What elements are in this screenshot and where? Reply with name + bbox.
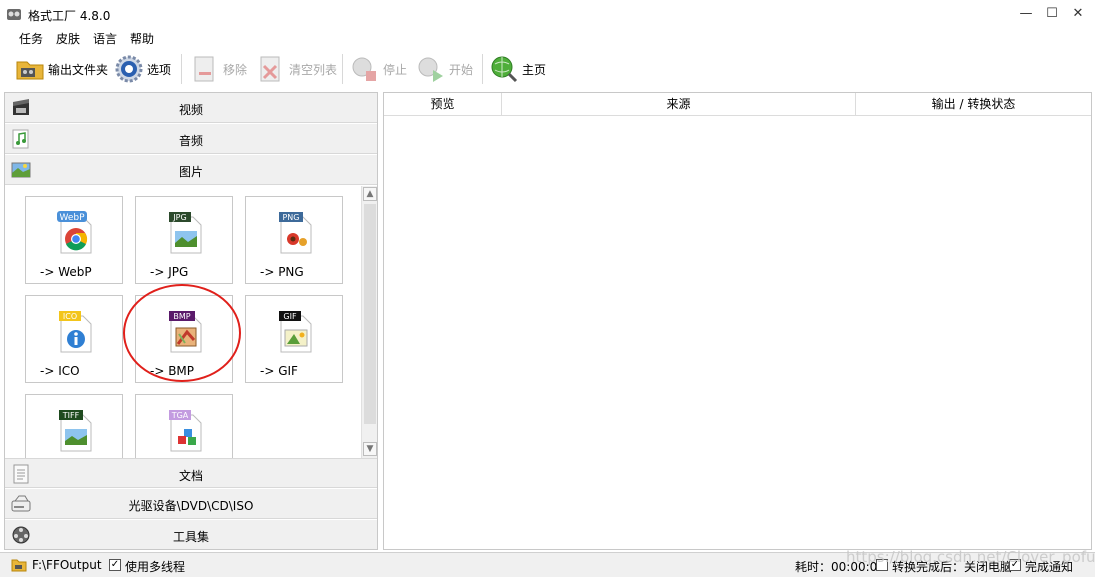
globe-search-icon: [491, 56, 518, 83]
format-label-png: -> PNG: [260, 265, 304, 279]
stop-button[interactable]: 停止: [350, 52, 407, 86]
multithread-checkbox[interactable]: ✓: [109, 559, 121, 571]
output-path[interactable]: F:\FFOutput: [32, 558, 102, 572]
category-tools-label: 工具集: [172, 530, 209, 544]
format-tile-png[interactable]: PNG -> PNG: [245, 196, 343, 284]
toolbar-divider: [342, 54, 343, 84]
scroll-up-icon[interactable]: ▲: [363, 187, 377, 201]
gear-icon: [115, 55, 143, 83]
image-format-list: WebP -> WebP JPG -> JPG PNG -> PNG ICO -…: [5, 186, 361, 458]
tga-file-icon: TGA: [169, 410, 202, 452]
gif-badge: GIF: [283, 312, 297, 321]
remove-icon: [194, 56, 214, 82]
scroll-thumb[interactable]: [364, 204, 376, 424]
tiff-file-icon: TIFF: [59, 410, 92, 452]
category-image-label: 图片: [178, 165, 203, 179]
format-label-gif: -> GIF: [260, 364, 298, 378]
gif-file-icon: GIF: [279, 311, 312, 353]
app-icon: [7, 9, 21, 20]
tga-badge: TGA: [171, 411, 189, 420]
menu-help[interactable]: 帮助: [130, 30, 154, 47]
category-tools[interactable]: 工具集: [5, 520, 377, 549]
category-audio-label: 音频: [178, 134, 203, 148]
category-document[interactable]: 文档: [5, 458, 377, 488]
format-tile-tga[interactable]: TGA: [135, 394, 233, 458]
jpg-file-icon: JPG: [169, 212, 202, 254]
options-button[interactable]: 选项: [114, 52, 171, 86]
format-tile-webp[interactable]: WebP -> WebP: [25, 196, 123, 284]
toolbar-divider: [181, 54, 182, 84]
format-label-webp: -> WebP: [40, 265, 92, 279]
title-bar: 格式工厂 4.8.0 — ☐ ✕: [0, 0, 1095, 28]
watermark: https://blog.csdn.net/Clover_pofu: [846, 548, 1095, 566]
ico-badge: ICO: [63, 312, 77, 321]
format-tile-ico[interactable]: ICO -> ICO: [25, 295, 123, 383]
category-document-label: 文档: [178, 469, 203, 483]
minimize-button[interactable]: —: [1012, 0, 1040, 28]
home-button[interactable]: 主页: [489, 52, 546, 86]
stop-label: 停止: [383, 62, 408, 77]
output-folder-label: 输出文件夹: [48, 62, 109, 77]
clear-list-icon: [260, 56, 280, 82]
category-audio[interactable]: 音频: [5, 124, 377, 154]
task-table: 预览 来源 输出 / 转换状态: [383, 92, 1092, 550]
format-tile-jpg[interactable]: JPG -> JPG: [135, 196, 233, 284]
category-video-label: 视频: [178, 103, 203, 117]
bmp-file-icon: BMP: [169, 311, 202, 353]
bmp-badge: BMP: [173, 312, 190, 321]
multithread-label: 使用多线程: [125, 560, 186, 574]
format-tile-tiff[interactable]: TIFF: [25, 394, 123, 458]
maximize-button[interactable]: ☐: [1038, 0, 1066, 28]
format-tile-bmp[interactable]: BMP -> BMP: [135, 295, 233, 383]
clear-list-label: 清空列表: [289, 62, 338, 77]
category-panel: 视频 音频 图片 WebP -> WebP JPG -> JPG PNG -> …: [4, 92, 378, 550]
webp-badge: WebP: [59, 213, 85, 223]
stop-icon: [352, 57, 376, 81]
close-button[interactable]: ✕: [1064, 0, 1092, 28]
tiff-badge: TIFF: [62, 411, 80, 420]
start-button[interactable]: 开始: [416, 52, 473, 86]
menu-bar: 任务 皮肤 语言 帮助: [0, 28, 1095, 48]
category-video[interactable]: 视频: [5, 93, 377, 123]
category-image[interactable]: 图片: [5, 155, 377, 185]
home-label: 主页: [522, 62, 547, 77]
remove-button[interactable]: 移除: [190, 52, 247, 86]
folder-icon: [11, 559, 27, 572]
options-label: 选项: [147, 62, 172, 77]
format-list-scrollbar[interactable]: ▲ ▼: [361, 186, 377, 458]
start-icon: [418, 57, 443, 82]
png-badge: PNG: [282, 213, 299, 222]
jpg-badge: JPG: [172, 213, 186, 222]
format-label-ico: -> ICO: [40, 364, 80, 378]
png-file-icon: PNG: [279, 212, 312, 254]
scroll-down-icon[interactable]: ▼: [363, 442, 377, 456]
menu-language[interactable]: 语言: [93, 30, 117, 47]
folder-icon: [16, 61, 44, 80]
remove-label: 移除: [223, 62, 248, 77]
format-label-jpg: -> JPG: [150, 265, 189, 279]
ico-file-icon: ICO: [59, 311, 92, 353]
menu-skin[interactable]: 皮肤: [56, 30, 80, 47]
menu-task[interactable]: 任务: [19, 30, 43, 47]
output-folder-button[interactable]: 输出文件夹: [15, 52, 108, 86]
start-label: 开始: [449, 62, 474, 77]
clear-list-button[interactable]: 清空列表: [256, 52, 337, 86]
format-tile-gif[interactable]: GIF -> GIF: [245, 295, 343, 383]
toolbar-divider: [482, 54, 483, 84]
category-disc-label: 光驱设备\DVD\CD\ISO: [128, 499, 254, 513]
column-header-source[interactable]: 来源: [502, 93, 856, 116]
column-header-preview[interactable]: 预览: [384, 93, 502, 116]
webp-file-icon: WebP: [57, 211, 92, 254]
window-title: 格式工厂 4.8.0: [28, 9, 111, 23]
column-header-output-status[interactable]: 输出 / 转换状态: [856, 93, 1091, 116]
toolbar: 输出文件夹 选项 移除 清空列表 停止 开始 主页: [0, 48, 1095, 90]
category-disc[interactable]: 光驱设备\DVD\CD\ISO: [5, 489, 377, 519]
format-label-bmp: -> BMP: [150, 364, 195, 378]
